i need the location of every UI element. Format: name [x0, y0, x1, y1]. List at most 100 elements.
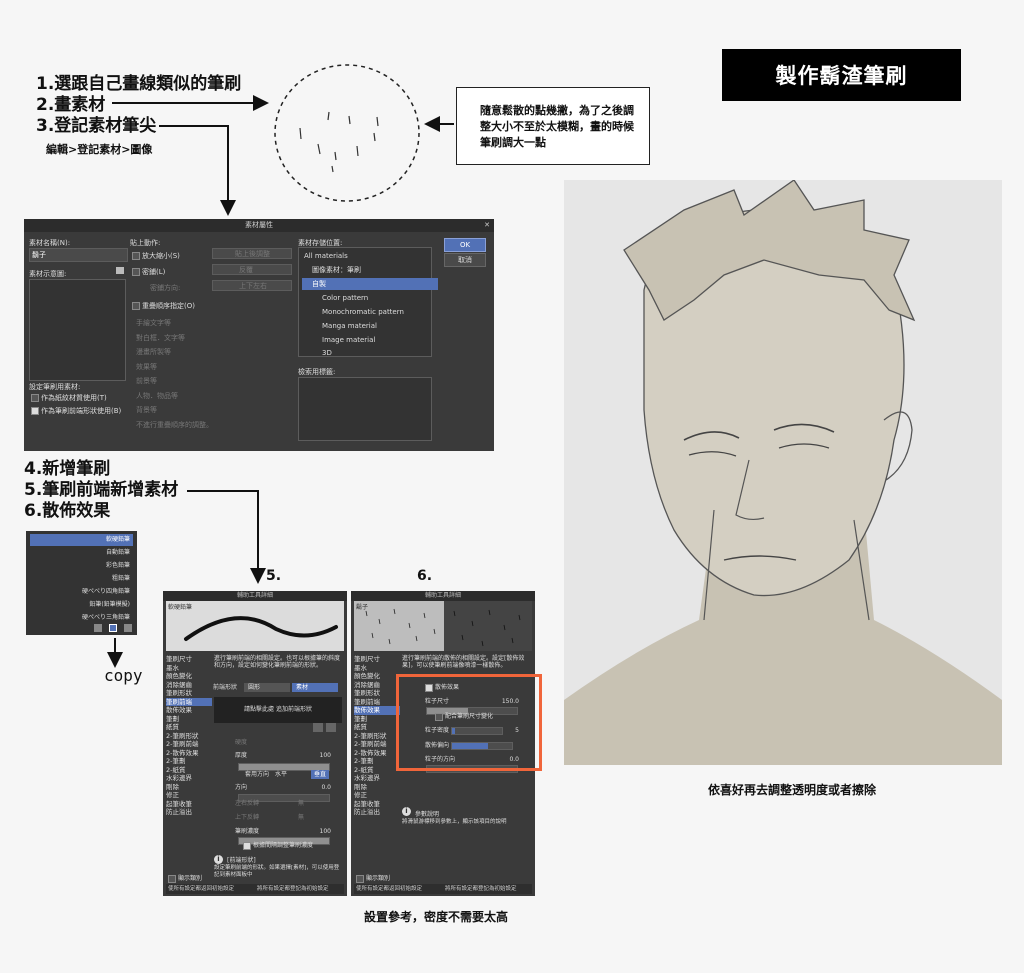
horizontal-option[interactable]: 水平: [275, 768, 287, 781]
radio-item[interactable]: 對白框．文字等: [136, 331, 213, 346]
category-item[interactable]: 2-紙質: [166, 766, 212, 775]
cancel-button[interactable]: 取消: [444, 253, 486, 267]
enlarge-select[interactable]: 貼上後調整: [212, 248, 292, 259]
category-item[interactable]: 墨水: [166, 664, 212, 673]
save-default-button[interactable]: 將所有設定都登記為初始設定: [445, 884, 517, 894]
trash-icon[interactable]: [124, 624, 132, 632]
radio-item[interactable]: 效果等: [136, 360, 213, 375]
category-item[interactable]: 2-紙質: [354, 766, 400, 775]
category-item[interactable]: 顏色變化: [354, 672, 400, 681]
tip-delete-icon[interactable]: [326, 723, 336, 732]
tip-settings-icon[interactable]: [313, 723, 323, 732]
show-category-checkbox[interactable]: 顯示類別: [168, 873, 202, 883]
direction-row[interactable]: 方向 0.0: [213, 781, 345, 794]
category-item[interactable]: 筆刷尺寸: [354, 655, 400, 664]
category-item-selected[interactable]: 散佈效果: [354, 706, 400, 715]
flip-lr-row[interactable]: 左右反轉無: [213, 797, 345, 810]
category-item[interactable]: 2-筆劃: [166, 757, 212, 766]
radio-item[interactable]: 前景等: [136, 374, 213, 389]
radio-item[interactable]: 漫畫所製等: [136, 345, 213, 360]
category-item[interactable]: 散佈效果: [166, 706, 212, 715]
reset-all-button[interactable]: 使所有設定都返回初始設定: [356, 884, 422, 894]
tree-item-3d[interactable]: 3D: [322, 347, 448, 359]
adjust-density-checkbox[interactable]: 根據間隔調整筆刷濃度: [213, 839, 345, 852]
copy-brush-icon[interactable]: [109, 624, 117, 632]
category-item[interactable]: 消除鋸齒: [354, 681, 400, 690]
brush-item-color-pencil[interactable]: 彩色鉛筆: [30, 560, 133, 572]
category-item[interactable]: 筆刷形狀: [166, 689, 212, 698]
category-item[interactable]: 剛除: [166, 783, 212, 792]
new-brush-icon[interactable]: [94, 624, 102, 632]
category-item[interactable]: 紙質: [354, 723, 400, 732]
tree-item-custom[interactable]: 自製: [302, 278, 438, 290]
category-item-selected[interactable]: 筆刷前端: [166, 697, 212, 706]
name-input[interactable]: 鬍子: [29, 248, 128, 262]
tree-item-manga[interactable]: Manga material: [322, 320, 448, 332]
category-item[interactable]: 2-筆刷前端: [166, 740, 212, 749]
shape-round-option[interactable]: 圓形: [244, 683, 290, 692]
category-item[interactable]: 紙質: [166, 723, 212, 732]
category-item[interactable]: 修正: [354, 791, 400, 800]
tree-item-color-pattern[interactable]: Color pattern: [322, 292, 448, 304]
category-item[interactable]: 筆劃: [354, 715, 400, 724]
category-item[interactable]: 筆刷尺寸: [166, 655, 212, 664]
category-item[interactable]: 筆劃: [166, 715, 212, 724]
category-item[interactable]: 2-筆劃: [354, 757, 400, 766]
tag-input[interactable]: [298, 377, 432, 441]
paste-label: 貼上動作:: [130, 239, 161, 247]
layer-order-checkbox[interactable]: 重疊順序指定(O): [132, 301, 195, 311]
brush-item-thick-pencil[interactable]: 粗鉛筆: [30, 573, 133, 585]
reset-all-button[interactable]: 使所有設定都返回初始設定: [168, 884, 234, 894]
enlarge-checkbox[interactable]: 放大縮小(S): [132, 251, 180, 261]
brush-item-triangle-pencil[interactable]: 硬ぺべり三角鉛筆: [30, 612, 133, 624]
folder-icon[interactable]: [116, 267, 124, 274]
category-item[interactable]: 水彩邊界: [354, 774, 400, 783]
tip-drop-area[interactable]: 請點擊此處 追加前端形狀: [214, 697, 342, 723]
brush-item-mechanical-pencil[interactable]: 自動鉛筆: [30, 547, 133, 559]
category-item[interactable]: 起筆收筆: [354, 800, 400, 809]
category-item[interactable]: 修正: [166, 791, 212, 800]
vertical-option[interactable]: 垂直: [311, 770, 330, 779]
brush-item-square-pencil[interactable]: 硬ぺべり四角鉛筆: [30, 586, 133, 598]
category-item[interactable]: 消除鋸齒: [166, 681, 212, 690]
tile-direction-select[interactable]: 上下左右: [212, 280, 292, 291]
radio-item[interactable]: 人物．物品等: [136, 389, 213, 404]
category-item[interactable]: 防止溢出: [354, 808, 400, 817]
save-default-button[interactable]: 將所有設定都登記為初始設定: [257, 884, 329, 894]
thickness-row[interactable]: 厚度 100: [213, 749, 345, 762]
category-item[interactable]: 墨水: [354, 664, 400, 673]
hardness-row[interactable]: 硬度: [213, 736, 345, 749]
category-item[interactable]: 顏色變化: [166, 672, 212, 681]
ok-button[interactable]: OK: [444, 238, 486, 252]
brush-item-soft-pencil[interactable]: 軟硬鉛筆: [30, 534, 133, 546]
use-as-tip-checkbox[interactable]: 作為筆刷前端形狀使用(B): [31, 406, 121, 416]
category-item[interactable]: 2-筆刷前端: [354, 740, 400, 749]
tree-item-image[interactable]: Image material: [322, 334, 448, 346]
radio-item[interactable]: 背景等: [136, 403, 213, 418]
category-item[interactable]: 2-散佈效果: [354, 749, 400, 758]
category-item[interactable]: 2-散佈效果: [166, 749, 212, 758]
apply-direction-row[interactable]: 套用方向 水平 垂直: [213, 768, 345, 781]
category-item[interactable]: 起筆收筆: [166, 800, 212, 809]
category-item[interactable]: 防止溢出: [166, 808, 212, 817]
shape-material-option[interactable]: 素材: [292, 683, 338, 692]
radio-item[interactable]: 手繪文字等: [136, 316, 213, 331]
tree-item-mono-pattern[interactable]: Monochromatic pattern: [322, 306, 448, 318]
panel-bottom-bar: 使所有設定都返回初始設定 將所有設定都登記為初始設定: [354, 884, 532, 894]
category-item[interactable]: 筆刷前端: [354, 698, 400, 707]
tile-checkbox[interactable]: 密鋪(L): [132, 267, 165, 277]
category-item[interactable]: 水彩邊界: [166, 774, 212, 783]
tree-item-all[interactable]: All materials: [304, 250, 430, 262]
category-item[interactable]: 2-筆刷形狀: [354, 732, 400, 741]
image-label: 素材示意圖:: [29, 270, 67, 278]
use-as-paper-checkbox[interactable]: 作為紙紋材質使用(T): [31, 393, 107, 403]
tile-select[interactable]: 反覆: [212, 264, 292, 275]
brush-item-sim-pencil[interactable]: 鉛筆(鉛筆模擬): [30, 599, 133, 611]
show-category-checkbox[interactable]: 顯示類別: [356, 873, 390, 883]
category-item[interactable]: 剛除: [354, 783, 400, 792]
close-icon[interactable]: ✕: [484, 219, 490, 232]
category-item[interactable]: 筆刷形狀: [354, 689, 400, 698]
flip-ud-row[interactable]: 上下反轉無: [213, 811, 345, 824]
tree-item-brush[interactable]: 圖像素材：筆刷: [312, 264, 438, 276]
category-item[interactable]: 2-筆刷形狀: [166, 732, 212, 741]
